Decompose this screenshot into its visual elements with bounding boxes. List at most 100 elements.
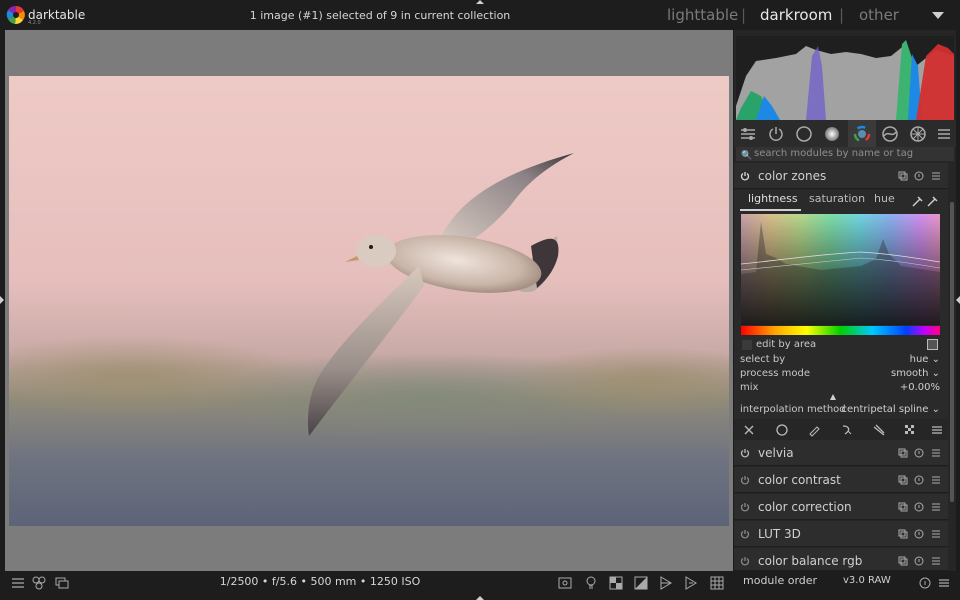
tab-hue[interactable]: hue xyxy=(874,192,895,205)
uniform-mask-icon[interactable] xyxy=(775,423,789,437)
module-actions-icons[interactable] xyxy=(898,502,944,512)
hamburger-icon[interactable] xyxy=(10,575,26,591)
module-power-icon[interactable] xyxy=(740,171,750,181)
interpolation-label: interpolation method xyxy=(740,404,846,415)
collapse-left-panel-icon[interactable] xyxy=(0,296,4,304)
menu-icon[interactable] xyxy=(934,124,954,144)
scrollbar-thumb[interactable] xyxy=(950,202,954,502)
mix-value: +0.00% xyxy=(899,382,940,393)
softproof-icon[interactable] xyxy=(658,575,674,591)
right-panel: 🔍 search modules by name or tag color zo… xyxy=(734,30,956,571)
module-power-icon[interactable] xyxy=(740,556,750,566)
view-separator: | xyxy=(839,6,845,24)
tone-icon[interactable] xyxy=(822,124,842,144)
module-groups xyxy=(734,120,956,147)
module-name: color correction xyxy=(758,500,852,514)
darktable-logo-icon xyxy=(6,5,25,25)
quick-access-icon[interactable] xyxy=(738,124,758,144)
raw-overexposed-icon[interactable] xyxy=(608,575,624,591)
mask-tools-bar xyxy=(734,419,948,441)
top-bar: darktable 4.2.0 1 image (#1) selected of… xyxy=(0,0,960,30)
interpolation-value: centripetal spline ⌄ xyxy=(841,404,940,415)
info-icon[interactable] xyxy=(918,576,932,590)
effect-icon[interactable] xyxy=(908,124,928,144)
module-power-icon[interactable] xyxy=(740,529,750,539)
select-by-combobox[interactable]: select by hue ⌄ xyxy=(740,354,940,365)
circle-icon[interactable] xyxy=(794,124,814,144)
module-order-value[interactable]: v3.0 RAW xyxy=(843,575,891,586)
process-mode-value: smooth ⌄ xyxy=(890,368,940,379)
edit-by-area-toggle[interactable] xyxy=(927,339,938,350)
second-window-icon[interactable] xyxy=(54,575,70,591)
color-zones-panel: lightness saturation hue edit by area se… xyxy=(734,190,948,443)
select-by-value: hue ⌄ xyxy=(909,354,940,365)
views-dropdown-icon[interactable] xyxy=(932,12,944,19)
drawn-mask-icon[interactable] xyxy=(807,423,821,437)
guides-icon[interactable] xyxy=(709,575,725,591)
module-power-icon[interactable] xyxy=(740,448,750,458)
search-icon: 🔍 xyxy=(741,151,753,161)
raster-mask-icon[interactable] xyxy=(903,423,917,437)
process-mode-label: process mode xyxy=(740,368,810,379)
module-name: color contrast xyxy=(758,473,841,487)
color-picker-icons[interactable] xyxy=(910,194,940,208)
module-name: color balance rgb xyxy=(758,554,863,568)
view-other[interactable]: other xyxy=(859,6,899,24)
exif-info: 1/2500 • f/5.6 • 500 mm • 1250 ISO xyxy=(219,575,421,588)
image-canvas[interactable] xyxy=(5,30,733,571)
module-header-color-contrast[interactable]: color contrast xyxy=(734,467,948,493)
collapse-right-panel-icon[interactable] xyxy=(956,296,960,304)
module-header-velvia[interactable]: velvia xyxy=(734,440,948,466)
collapse-bottom-panel-icon[interactable] xyxy=(476,596,484,600)
module-actions-icons[interactable] xyxy=(898,556,944,566)
module-header-color-zones[interactable]: color zones xyxy=(734,163,948,189)
module-search-input[interactable]: 🔍 search modules by name or tag xyxy=(736,147,954,161)
edit-by-area-label: edit by area xyxy=(756,339,817,350)
module-name: LUT 3D xyxy=(758,527,801,541)
module-actions-icons[interactable] xyxy=(898,475,944,485)
bulb-icon[interactable] xyxy=(583,575,599,591)
hue-strip xyxy=(741,326,940,335)
mask-off-icon[interactable] xyxy=(742,423,756,437)
module-header-color-balance-rgb[interactable]: color balance rgb xyxy=(734,548,948,571)
gamut-check-icon[interactable] xyxy=(683,575,699,591)
blend-menu-icon[interactable] xyxy=(930,423,944,437)
focus-peaking-icon[interactable] xyxy=(557,575,573,591)
process-mode-combobox[interactable]: process mode smooth ⌄ xyxy=(740,368,940,379)
module-name: velvia xyxy=(758,446,794,460)
photo-seagull-in-flight[interactable] xyxy=(9,76,729,526)
edit-by-area-checkbox[interactable] xyxy=(742,340,752,350)
search-placeholder: search modules by name or tag xyxy=(754,148,914,159)
tab-saturation[interactable]: saturation xyxy=(809,192,865,205)
mix-label: mix xyxy=(740,382,759,393)
module-power-icon[interactable] xyxy=(740,475,750,485)
correct-icon[interactable] xyxy=(880,124,900,144)
module-actions-icons[interactable] xyxy=(898,529,944,539)
collapse-top-panel-icon[interactable] xyxy=(476,0,484,4)
module-header-color-correction[interactable]: color correction xyxy=(734,494,948,520)
interpolation-method-combobox[interactable]: interpolation method centripetal spline … xyxy=(740,404,940,415)
histogram[interactable] xyxy=(736,36,954,120)
drawn-parametric-mask-icon[interactable] xyxy=(872,423,886,437)
module-header-lut-3d[interactable]: LUT 3D xyxy=(734,521,948,547)
module-order-label: module order xyxy=(743,574,818,587)
view-darkroom[interactable]: darkroom xyxy=(760,6,832,24)
view-lighttable[interactable]: lighttable xyxy=(667,6,738,24)
module-actions-icons[interactable] xyxy=(898,448,944,458)
color-zones-graph[interactable] xyxy=(741,214,940,325)
mix-slider[interactable]: mix +0.00% xyxy=(740,382,940,393)
view-separator: | xyxy=(741,6,747,24)
module-power-icon[interactable] xyxy=(740,502,750,512)
module-actions-icons[interactable] xyxy=(898,171,944,181)
module-name: color zones xyxy=(758,169,827,183)
power-icon[interactable] xyxy=(766,124,786,144)
mix-slider-marker[interactable] xyxy=(830,394,836,400)
active-tab-underline xyxy=(740,209,801,211)
select-by-label: select by xyxy=(740,354,786,365)
parametric-mask-icon[interactable] xyxy=(840,423,854,437)
styles-icon[interactable] xyxy=(31,575,47,591)
color-icon[interactable] xyxy=(852,124,872,144)
clipping-icon[interactable] xyxy=(633,575,649,591)
menu-icon[interactable] xyxy=(937,576,951,590)
tab-lightness[interactable]: lightness xyxy=(748,192,798,205)
